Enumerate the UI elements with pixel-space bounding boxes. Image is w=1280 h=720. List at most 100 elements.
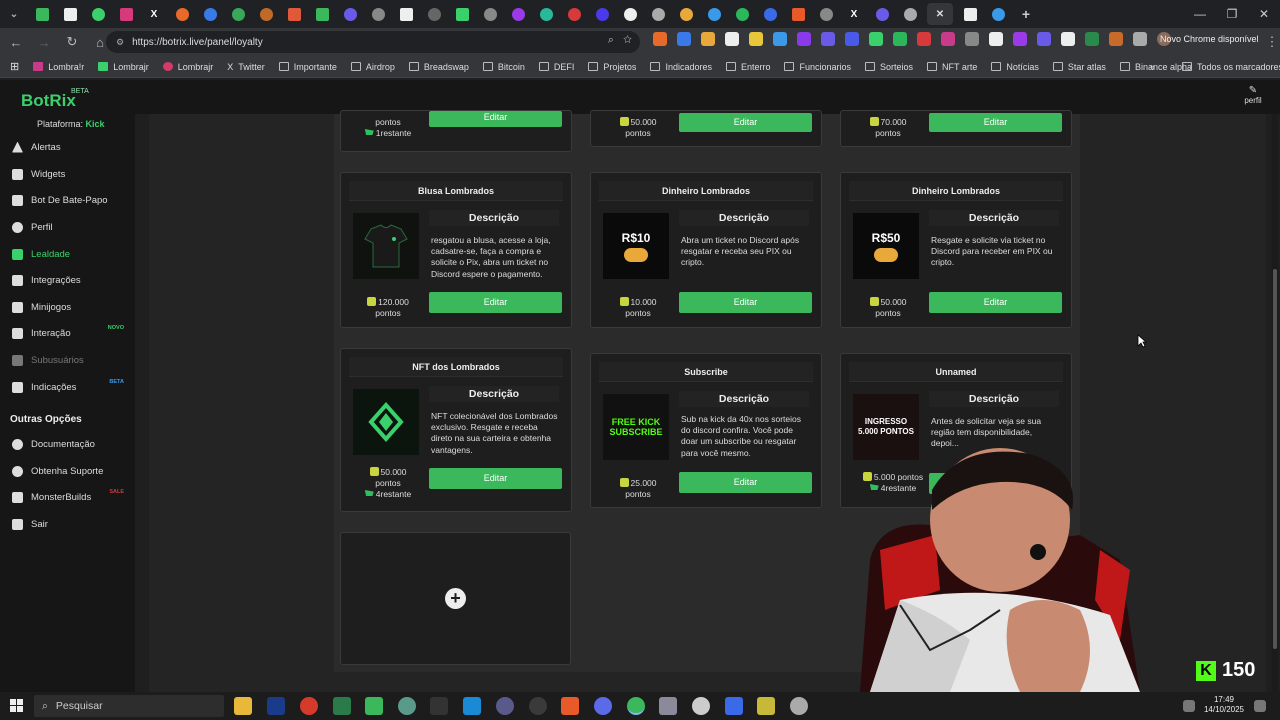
address-bar[interactable]: ⚙ https://botrix.live/panel/loyalty ⌕ ☆ — [106, 31, 640, 53]
taskbar-app-icon[interactable] — [692, 697, 710, 715]
apps-grid-icon[interactable]: ⊞ — [10, 60, 19, 73]
bookmark-item[interactable]: Lombra!r — [33, 62, 84, 72]
tab-favicon-16[interactable] — [479, 3, 501, 25]
sidebar-item-documentacao[interactable]: Documentação — [12, 434, 132, 454]
taskbar-app-icon[interactable] — [398, 697, 416, 715]
reload-icon[interactable]: ↻ — [60, 30, 84, 54]
tab-favicon-19[interactable] — [563, 3, 585, 25]
bookmark-item[interactable]: Lombrajr — [98, 62, 149, 72]
back-icon[interactable]: ← — [4, 30, 28, 54]
minimize-icon[interactable]: — — [1184, 0, 1216, 28]
brave-icon[interactable] — [561, 697, 579, 715]
chrome-icon[interactable] — [627, 697, 645, 715]
bookmark-folder[interactable]: NFT arte — [927, 62, 977, 72]
chrome-update-button[interactable]: Novo Chrome disponível — [1160, 34, 1259, 44]
taskbar-app-icon[interactable] — [659, 697, 677, 715]
extension-icon-13[interactable] — [941, 32, 955, 46]
bookmark-folder[interactable]: Notícias — [991, 62, 1039, 72]
tab-favicon-9[interactable] — [283, 3, 305, 25]
extension-icon-9[interactable] — [845, 32, 859, 46]
edit-button[interactable]: Editar — [679, 113, 812, 132]
tab-x-icon-2[interactable]: X — [843, 3, 865, 25]
extension-icon-6[interactable] — [773, 32, 787, 46]
bookmark-item[interactable]: X Twitter — [227, 62, 265, 73]
epic-games-icon[interactable] — [430, 697, 448, 715]
edit-button[interactable]: Editar — [429, 292, 562, 313]
plus-icon[interactable]: + — [445, 588, 466, 609]
sidebar-item-perfil[interactable]: Perfil — [12, 217, 132, 237]
bookmark-item[interactable]: Lombrajr — [162, 62, 213, 72]
tab-x-icon[interactable]: X — [143, 3, 165, 25]
sidebar-item-monsterbuilds[interactable]: MonsterBuilds SALE — [12, 487, 132, 507]
taskbar-app-icon[interactable] — [496, 697, 514, 715]
botrix-logo[interactable]: BotRix — [21, 91, 76, 111]
tab-favicon-7[interactable] — [227, 3, 249, 25]
extension-icon-7[interactable] — [797, 32, 811, 46]
tab-favicon-30[interactable] — [899, 3, 921, 25]
sidebar-item-integracoes[interactable]: Integrações — [12, 270, 132, 290]
tab-favicon-20[interactable] — [591, 3, 613, 25]
wifi-icon[interactable] — [1183, 700, 1195, 712]
edit-button[interactable]: Editar — [429, 468, 562, 489]
sidebar-item-suporte[interactable]: Obtenha Suporte — [12, 461, 132, 481]
edit-button[interactable]: Editar — [679, 472, 812, 493]
menu-dots-icon[interactable]: ⋮ — [1260, 30, 1280, 54]
extension-icon-19[interactable] — [1085, 32, 1099, 46]
edit-button[interactable]: Editar — [429, 111, 562, 127]
site-info-icon[interactable]: ⚙ — [116, 37, 124, 48]
tab-favicon-29[interactable] — [871, 3, 893, 25]
bookmark-folder[interactable]: Airdrop — [350, 62, 395, 72]
tab-favicon-8[interactable] — [255, 3, 277, 25]
bookmark-folder[interactable]: Importante — [278, 62, 337, 72]
extension-icon-8[interactable] — [821, 32, 835, 46]
tab-favicon-12[interactable] — [367, 3, 389, 25]
file-explorer-icon[interactable] — [234, 697, 252, 715]
taskbar-search[interactable]: ⌕ Pesquisar — [34, 695, 224, 717]
taskbar-app-icon[interactable] — [333, 697, 351, 715]
tab-favicon-32[interactable] — [987, 3, 1009, 25]
extension-icon-1[interactable] — [653, 32, 667, 46]
extension-icon-14[interactable] — [965, 32, 979, 46]
sidebar-item-minijogos[interactable]: Minijogos — [12, 297, 132, 317]
tab-favicon-17[interactable] — [507, 3, 529, 25]
tab-favicon-18[interactable] — [535, 3, 557, 25]
bookmark-folder[interactable]: Bitcoin — [482, 62, 525, 72]
extension-icon-20[interactable] — [1109, 32, 1123, 46]
restore-icon[interactable]: ❐ — [1216, 0, 1248, 28]
bookmark-folder[interactable]: Star atlas — [1052, 62, 1106, 72]
bookmark-folder[interactable]: Funcionarios — [784, 62, 851, 72]
extension-icon-5[interactable] — [749, 32, 763, 46]
tab-favicon-24[interactable] — [703, 3, 725, 25]
discord-icon[interactable] — [594, 697, 612, 715]
extension-icon-10[interactable] — [869, 32, 883, 46]
extension-icon-17[interactable] — [1037, 32, 1051, 46]
tab-favicon-26[interactable] — [759, 3, 781, 25]
tab-favicon-22[interactable] — [647, 3, 669, 25]
sidebar-item-indicacoes[interactable]: Indicações BETA — [12, 377, 132, 397]
profile-button[interactable]: ✎ perfil — [1238, 85, 1268, 105]
bookmark-folder[interactable]: DEFI — [538, 62, 574, 72]
tab-favicon-14[interactable] — [423, 3, 445, 25]
new-tab-icon[interactable]: + — [1015, 3, 1037, 25]
tab-favicon-23[interactable] — [675, 3, 697, 25]
taskbar-app-icon[interactable] — [757, 697, 775, 715]
windows-start-icon[interactable] — [10, 699, 23, 712]
all-bookmarks[interactable]: Todos os marcadores — [1182, 62, 1280, 72]
bookmark-folder[interactable]: Enterro — [725, 62, 770, 72]
bookmarks-overflow-icon[interactable]: » — [1150, 62, 1155, 72]
tab-favicon-27[interactable] — [787, 3, 809, 25]
extension-icon-11[interactable] — [893, 32, 907, 46]
tab-favicon-28[interactable] — [815, 3, 837, 25]
sidebar-item-sair[interactable]: Sair — [12, 514, 132, 534]
tab-favicon-13[interactable] — [395, 3, 417, 25]
bookmark-folder[interactable]: Breadswap — [408, 62, 469, 72]
sidebar-item-chatbot[interactable]: Bot De Bate-Papo — [12, 190, 132, 210]
add-reward-card[interactable]: + — [340, 532, 571, 665]
edit-button[interactable]: Editar — [929, 113, 1062, 132]
tab-favicon-5[interactable] — [171, 3, 193, 25]
tab-favicon-6[interactable] — [199, 3, 221, 25]
sidebar-item-widgets[interactable]: Widgets — [12, 164, 132, 184]
extension-icon-12[interactable] — [917, 32, 931, 46]
tab-favicon-4[interactable] — [115, 3, 137, 25]
bookmark-folder[interactable]: Indicadores — [650, 62, 712, 72]
